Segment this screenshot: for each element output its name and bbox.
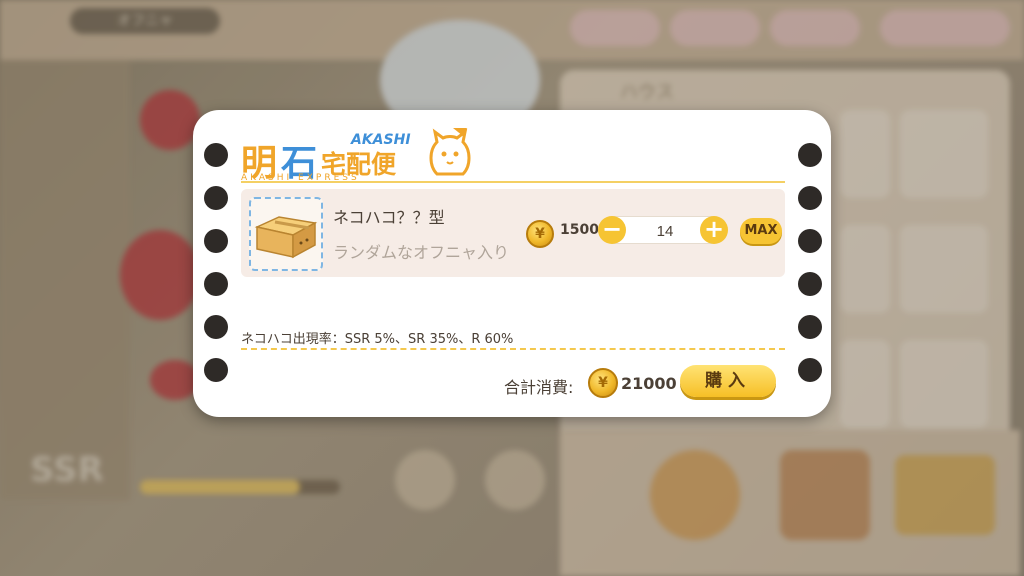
- ticket-hole: [798, 229, 822, 253]
- ticket-hole: [798, 315, 822, 339]
- item-description: ランダムなオフニャ入り: [333, 243, 510, 262]
- cat-mascot-icon: [429, 128, 471, 176]
- max-quantity-button[interactable]: MAX: [740, 218, 782, 244]
- buy-button[interactable]: 購入: [680, 365, 776, 397]
- increase-quantity-button[interactable]: +: [700, 216, 728, 244]
- unit-price: 1500: [560, 222, 599, 238]
- drop-rate-text: ネコハコ出現率：SSR 5%、SR 35%、R 60%: [241, 332, 514, 347]
- total-cost-value: 21000: [621, 374, 677, 393]
- purchase-dialog: 明 石 AKASHI 宅配便 AKASHI EXPRESS ネコハコ？？型 ラン: [193, 110, 831, 417]
- item-thumbnail: [249, 197, 323, 271]
- header-divider: [241, 181, 785, 183]
- ticket-hole: [798, 143, 822, 167]
- cardboard-box-icon: [254, 216, 318, 259]
- coin-icon: ¥: [526, 220, 554, 248]
- ticket-hole: [204, 272, 228, 296]
- ticket-hole: [798, 358, 822, 382]
- ticket-hole: [798, 186, 822, 210]
- akashi-express-logo: 明 石 AKASHI 宅配便 AKASHI EXPRESS: [241, 120, 471, 184]
- ticket-hole: [204, 358, 228, 382]
- item-row: ネコハコ？？型 ランダムなオフニャ入り ¥ 1500 − + MAX: [241, 189, 785, 277]
- ticket-hole: [204, 229, 228, 253]
- decrease-quantity-button[interactable]: −: [598, 216, 626, 244]
- ticket-hole: [798, 272, 822, 296]
- total-cost-label: 合計消費:: [504, 378, 574, 397]
- coin-icon: ¥: [588, 368, 618, 398]
- ticket-hole: [204, 315, 228, 339]
- ticket-hole: [204, 186, 228, 210]
- quantity-stepper: − +: [598, 216, 728, 244]
- item-name: ネコハコ？？型: [333, 208, 445, 227]
- dashed-divider: [241, 348, 785, 350]
- quantity-input[interactable]: [630, 218, 700, 244]
- ticket-hole: [204, 143, 228, 167]
